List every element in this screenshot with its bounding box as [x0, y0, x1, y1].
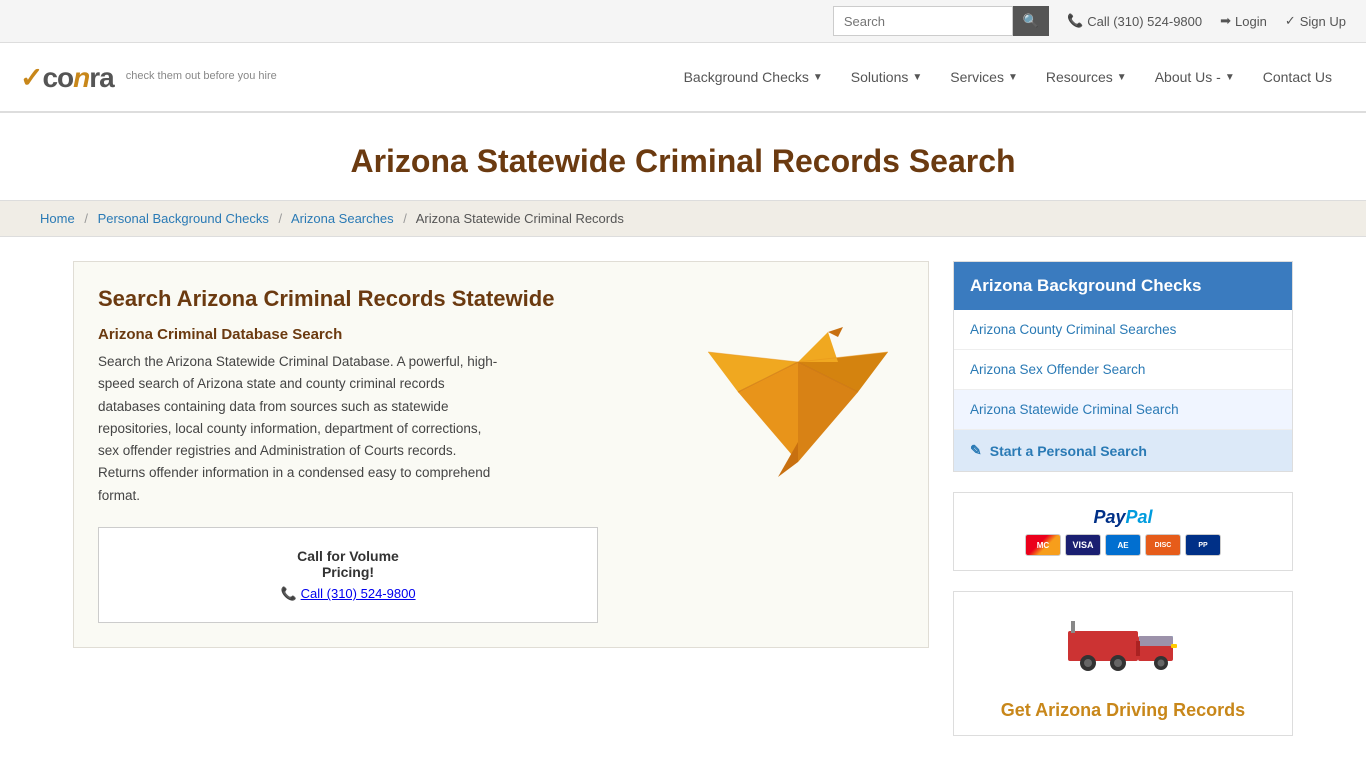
page-title: Arizona Statewide Criminal Records Searc… [20, 143, 1346, 180]
logo-text: ✓conra [20, 61, 114, 94]
top-bar: 🔍 📞 Call (310) 524-9800 ➡ Login ✓ Sign U… [0, 0, 1366, 43]
origami-crane-image [698, 282, 898, 482]
search-wrap: 🔍 [833, 6, 1049, 36]
driving-records-title: Get Arizona Driving Records [954, 690, 1292, 735]
breadcrumb-home[interactable]: Home [40, 211, 75, 226]
chevron-down-icon: ▼ [912, 72, 922, 83]
main-content: Search Arizona Criminal Records Statewid… [53, 261, 1313, 736]
sidebar-statewide-criminal[interactable]: Arizona Statewide Criminal Search [954, 390, 1292, 430]
chevron-down-icon: ▼ [1008, 72, 1018, 83]
chevron-down-icon: ▼ [1117, 72, 1127, 83]
nav-background-checks[interactable]: Background Checks ▼ [670, 59, 837, 95]
breadcrumb: Home / Personal Background Checks / Ariz… [0, 200, 1366, 237]
visa-icon: VISA [1065, 534, 1101, 556]
truck-area [954, 592, 1292, 690]
sidebar-county-criminal[interactable]: Arizona County Criminal Searches [954, 310, 1292, 350]
origami-bird-area [698, 282, 898, 482]
right-sidebar: Arizona Background Checks Arizona County… [953, 261, 1293, 736]
left-column: Search Arizona Criminal Records Statewid… [73, 261, 929, 648]
breadcrumb-personal[interactable]: Personal Background Checks [98, 211, 269, 226]
phone-link[interactable]: 📞 Call (310) 524-9800 [1067, 13, 1202, 29]
volume-phone[interactable]: 📞 Call (310) 524-9800 [119, 586, 577, 602]
chevron-down-icon: ▼ [813, 72, 823, 83]
az-checks-header: Arizona Background Checks [954, 262, 1292, 310]
truck-icon [1063, 606, 1183, 676]
card-icons: MC VISA AE DISC PP [964, 534, 1282, 556]
nav-about[interactable]: About Us - ▼ [1141, 59, 1249, 95]
nav-services[interactable]: Services ▼ [936, 59, 1032, 95]
phone-icon: 📞 [1067, 13, 1083, 29]
signup-icon: ✓ [1285, 13, 1296, 29]
breadcrumb-arizona[interactable]: Arizona Searches [291, 211, 394, 226]
breadcrumb-current: Arizona Statewide Criminal Records [416, 211, 624, 226]
logo-tagline: check them out before you hire [126, 70, 277, 83]
login-icon: ➡ [1220, 13, 1231, 29]
paypal-area: PayPal MC VISA AE DISC PP [953, 492, 1293, 571]
page-title-wrap: Arizona Statewide Criminal Records Searc… [0, 113, 1366, 200]
amex-icon: AE [1105, 534, 1141, 556]
volume-pricing-box: Call for Volume Pricing! 📞 Call (310) 52… [98, 527, 598, 623]
volume-title: Call for Volume Pricing! [119, 548, 577, 580]
nav-resources[interactable]: Resources ▼ [1032, 59, 1141, 95]
nav-links: Background Checks ▼ Solutions ▼ Services… [670, 59, 1346, 95]
login-link[interactable]: ➡ Login [1220, 13, 1267, 29]
start-personal-search-button[interactable]: ✎ Start a Personal Search [954, 430, 1292, 471]
driving-records-card[interactable]: Get Arizona Driving Records [953, 591, 1293, 736]
nav-solutions[interactable]: Solutions ▼ [837, 59, 937, 95]
logo[interactable]: ✓conra check them out before you hire [20, 61, 277, 94]
search-input[interactable] [833, 6, 1013, 36]
chevron-down-icon: ▼ [1225, 72, 1235, 83]
nav-bar: ✓conra check them out before you hire Ba… [0, 43, 1366, 113]
sidebar-sex-offender[interactable]: Arizona Sex Offender Search [954, 350, 1292, 390]
search-button[interactable]: 🔍 [1013, 6, 1049, 36]
nav-contact[interactable]: Contact Us [1249, 59, 1346, 95]
discover-icon: DISC [1145, 534, 1181, 556]
mastercard-icon: MC [1025, 534, 1061, 556]
paypal-logo: PayPal [964, 507, 1282, 528]
main-body: Search the Arizona Statewide Criminal Da… [98, 351, 498, 507]
user-icon: ✎ [970, 442, 982, 459]
az-checks-card: Arizona Background Checks Arizona County… [953, 261, 1293, 472]
phone-icon: 📞 [280, 586, 296, 602]
signup-link[interactable]: ✓ Sign Up [1285, 13, 1346, 29]
other-card-icon: PP [1185, 534, 1221, 556]
